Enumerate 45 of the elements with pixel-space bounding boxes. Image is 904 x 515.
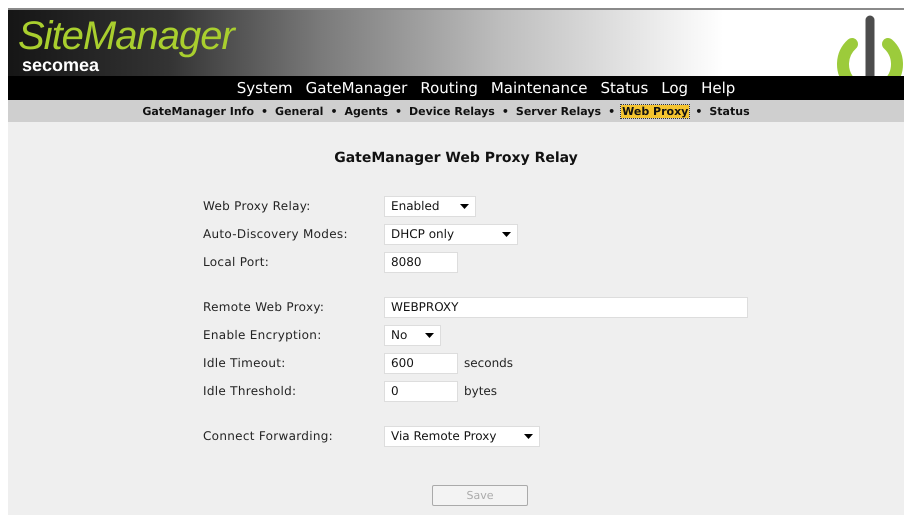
separator-dot: • <box>608 104 616 118</box>
unit-label: bytes <box>464 384 498 398</box>
separator-dot: • <box>394 104 402 118</box>
submenu-item[interactable]: General <box>274 104 324 118</box>
dropdown[interactable]: DHCP only <box>384 224 518 244</box>
product-logo: SiteManager <box>18 16 234 56</box>
input-field[interactable]: 600 <box>384 352 458 374</box>
field-label: Idle Timeout: <box>203 356 287 370</box>
menu-item[interactable]: Routing <box>420 79 478 97</box>
menu-item[interactable]: Status <box>600 79 648 97</box>
input-field[interactable]: 8080 <box>384 252 458 272</box>
field-label: Local Port: <box>203 255 270 269</box>
menu-item[interactable]: System <box>236 79 293 97</box>
input-field[interactable]: 0 <box>384 380 458 402</box>
field-label: Auto-Discovery Modes: <box>203 227 349 241</box>
menu-item[interactable]: Maintenance <box>490 79 588 97</box>
caret-icon <box>425 332 434 338</box>
field-label: Connect Forwarding: <box>203 429 334 443</box>
field-label: Idle Threshold: <box>203 384 298 398</box>
unit-label: seconds <box>464 356 514 370</box>
submenu-item[interactable]: Device Relays <box>408 104 496 118</box>
submenu-item[interactable]: Web Proxy <box>621 104 690 118</box>
separator-dot: • <box>695 104 702 118</box>
input-field[interactable]: WEBPROXY <box>384 296 748 318</box>
separator-dot: • <box>330 104 338 118</box>
field-label: Enable Encryption: <box>203 328 323 342</box>
field-label: Web Proxy Relay: <box>203 199 312 213</box>
caret-icon <box>460 204 469 208</box>
separator-dot: • <box>502 104 509 118</box>
menu-item[interactable]: GateManager <box>306 79 408 97</box>
caret-icon <box>502 232 511 236</box>
dropdown[interactable]: Via Remote Proxy <box>384 426 540 446</box>
submenu-item[interactable]: GateManager Info <box>141 104 256 118</box>
submenu-item[interactable]: Server Relays <box>514 104 602 118</box>
menu-item[interactable]: Help <box>701 79 736 97</box>
submenu-item[interactable]: Agents <box>343 104 389 118</box>
brand-logo: secomea <box>22 56 100 74</box>
dropdown[interactable]: Enabled <box>384 196 476 216</box>
field-label: Remote Web Proxy: <box>203 300 326 314</box>
submenu-item[interactable]: Status <box>708 104 751 118</box>
separator-dot: • <box>261 104 268 118</box>
caret-icon <box>524 434 533 438</box>
page-title: GateManager Web Proxy Relay <box>334 150 578 166</box>
menu-item[interactable]: Log <box>661 79 688 97</box>
dropdown[interactable]: No <box>384 324 441 346</box>
